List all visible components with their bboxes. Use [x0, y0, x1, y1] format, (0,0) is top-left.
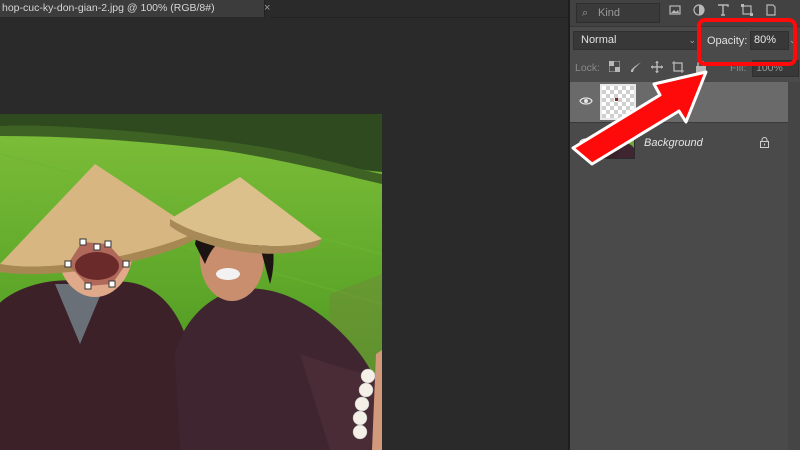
tab-bar — [270, 0, 570, 18]
opacity-slider-toggle-icon[interactable]: ⌄ — [789, 35, 797, 46]
layer-filter-bar: ⌕ Kind — [570, 0, 800, 27]
blend-opacity-row: Normal ⌄ Opacity: 80% ⌄ — [570, 27, 800, 53]
opacity-label: Opacity: — [707, 35, 748, 47]
visibility-eye-icon[interactable] — [579, 137, 593, 149]
layer-row-selected[interactable] — [570, 82, 788, 122]
lock-image-pixels-icon[interactable] — [629, 61, 643, 75]
fill-label: Fill: — [730, 62, 747, 74]
image-filter-icon[interactable] — [668, 4, 682, 18]
lock-label: Lock: — [575, 62, 601, 74]
smart-object-filter-icon[interactable] — [764, 4, 778, 18]
fill-input[interactable]: 100% — [752, 60, 799, 77]
layer-thumbnail[interactable] — [603, 129, 635, 159]
opacity-input[interactable]: 80% — [750, 31, 789, 50]
blend-mode-value: Normal — [581, 34, 617, 46]
canvas-image[interactable] — [0, 114, 382, 450]
layer-thumbnail[interactable] — [600, 84, 636, 120]
document-tab-title: hop-cuc-ky-don-gian-2.jpg @ 100% (RGB/8#… — [2, 2, 215, 14]
lock-artboard-icon[interactable] — [671, 61, 685, 75]
photo-illustration — [0, 114, 382, 450]
search-icon: ⌕ — [582, 7, 589, 19]
lock-all-icon[interactable] — [694, 60, 708, 75]
kind-filter-label: Kind — [598, 7, 621, 19]
layer-name[interactable]: Background — [644, 137, 703, 149]
kind-filter-select[interactable]: ⌕ Kind — [576, 3, 660, 23]
layers-panel: ⌕ Kind Normal ⌄ Opacity: 80% ⌄ Lock: Fil… — [570, 0, 800, 450]
shape-filter-icon[interactable] — [740, 4, 754, 18]
lock-position-icon[interactable] — [650, 61, 664, 75]
document-tab[interactable]: hop-cuc-ky-don-gian-2.jpg @ 100% (RGB/8#… — [0, 0, 265, 17]
layers-scrollbar[interactable] — [788, 82, 800, 450]
document-area: hop-cuc-ky-don-gian-2.jpg @ 100% (RGB/8#… — [0, 0, 570, 450]
lock-transparent-pixels-icon[interactable] — [607, 60, 621, 75]
chevron-down-icon: ⌄ — [688, 35, 696, 45]
visibility-eye-icon[interactable] — [579, 96, 593, 108]
type-filter-icon[interactable] — [716, 4, 730, 18]
lock-row: Lock: Fill: 100% — [570, 57, 800, 79]
layer-row-background[interactable]: Background — [570, 122, 788, 163]
blend-mode-select[interactable]: Normal ⌄ — [573, 31, 701, 50]
adjustment-filter-icon[interactable] — [692, 4, 706, 18]
lock-icon — [760, 137, 769, 151]
